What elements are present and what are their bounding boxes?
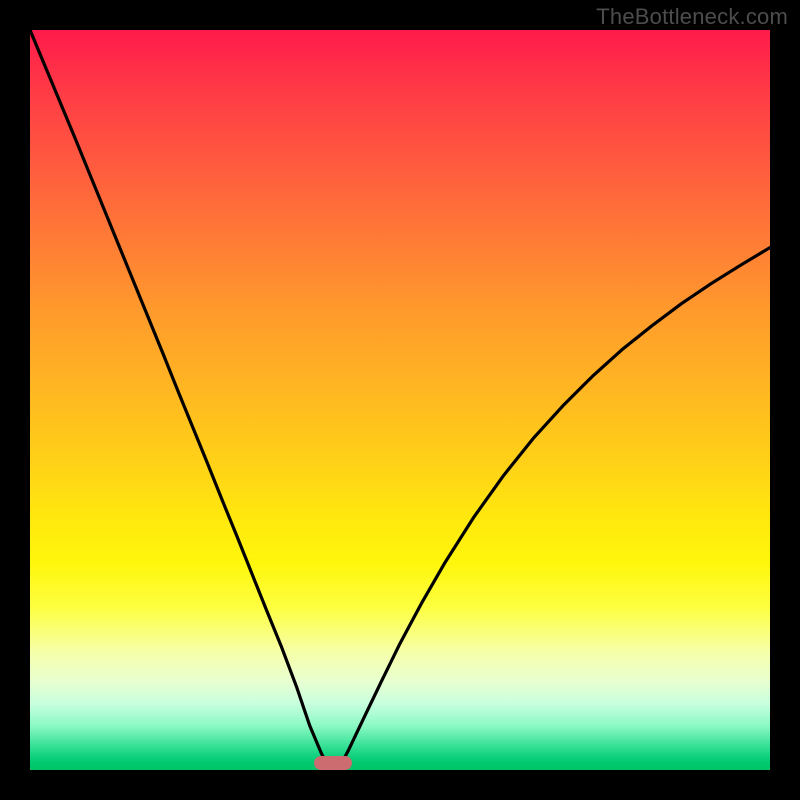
left-branch-curve (30, 30, 330, 770)
plot-area (30, 30, 770, 770)
chart-frame: TheBottleneck.com (0, 0, 800, 800)
curve-layer (30, 30, 770, 770)
watermark-label: TheBottleneck.com (596, 4, 788, 30)
minimum-marker (314, 756, 352, 770)
right-branch-curve (338, 248, 770, 770)
